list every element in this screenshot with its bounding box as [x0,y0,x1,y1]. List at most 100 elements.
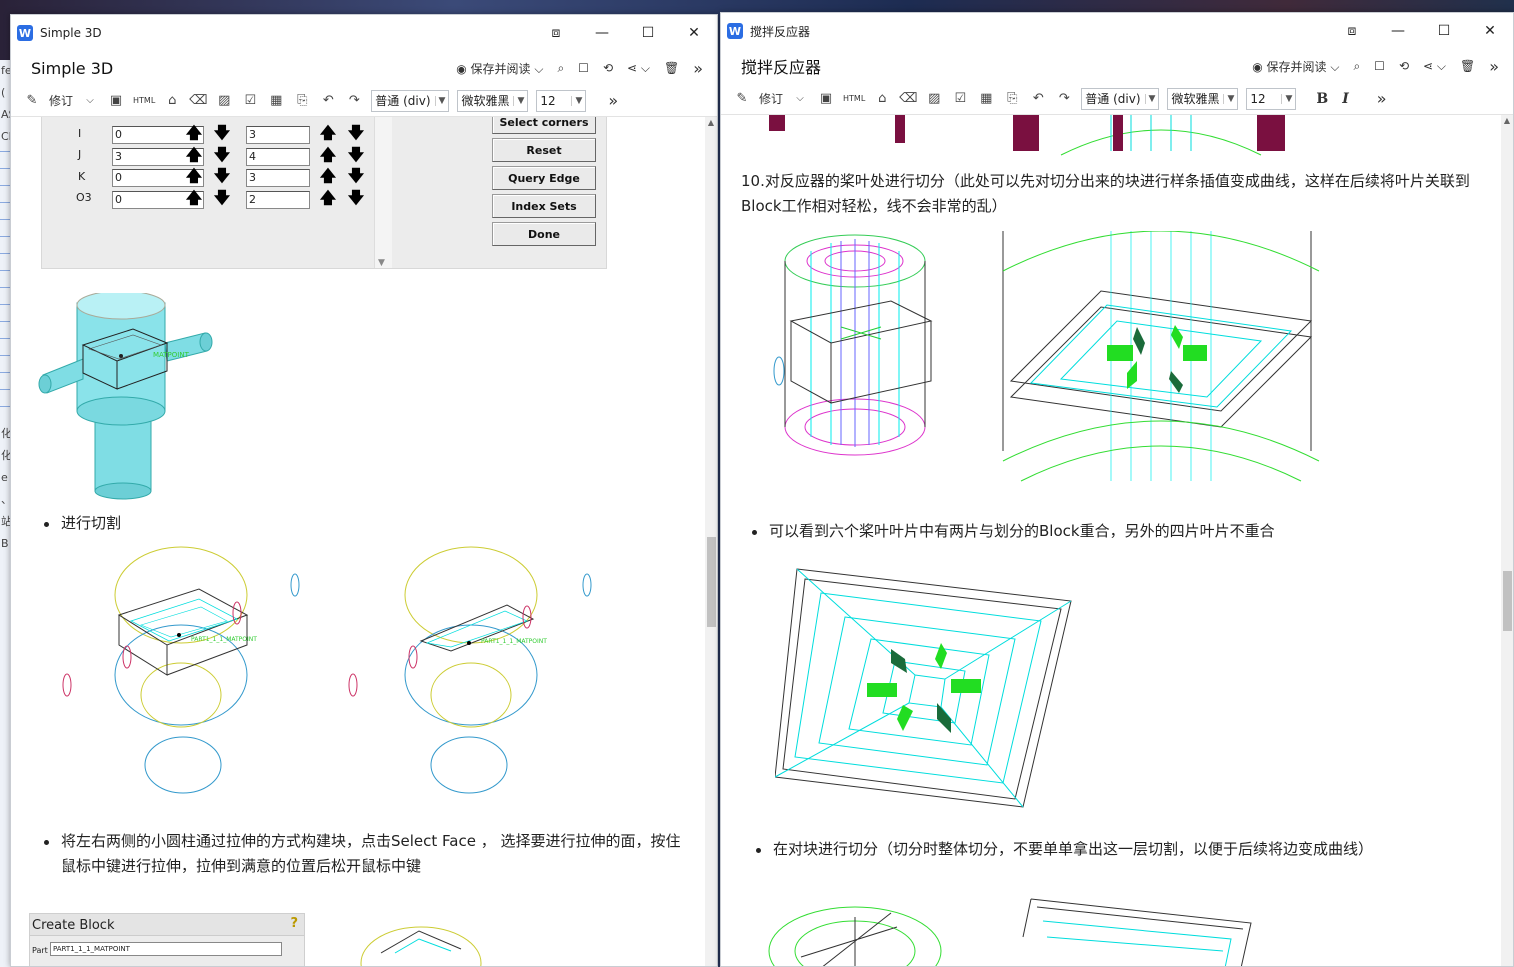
up-arrow-icon: 🡅 [185,122,203,142]
chevron-down-icon[interactable]: ⌵ [81,92,99,110]
paragraph-style-select[interactable]: 普通 (div) ▼ [371,89,450,112]
scroll-up-icon[interactable]: ▲ [1501,115,1513,127]
app-logo-icon: W [17,25,33,41]
index-to-field: 3 [246,169,310,187]
html-button[interactable]: HTML [843,94,865,103]
close-button[interactable]: ✕ [1467,13,1513,49]
comment-icon[interactable]: ☐ [1374,59,1385,73]
undo-icon[interactable]: ↶ [319,92,337,110]
save-icon[interactable]: ▣ [107,92,125,110]
toolbar-more-button[interactable]: » [608,91,618,110]
part-label: Part [32,946,48,955]
redo-icon[interactable]: ↷ [345,92,363,110]
share-icon[interactable]: ⋖ ⌵ [1423,59,1446,74]
revise-icon[interactable]: ✎ [733,90,751,108]
vertical-scrollbar[interactable]: ▲ [705,117,717,966]
attachment-icon[interactable]: ⎘ [1003,90,1021,108]
down-arrow-icon: 🡇 [213,122,231,142]
size-value: 12 [1250,91,1266,106]
eraser-icon[interactable]: ⌫ [189,92,207,110]
save-icon[interactable]: ▣ [817,90,835,108]
scroll-up-icon[interactable]: ▲ [705,117,717,129]
up-arrow-icon: 🡅 [319,122,337,142]
table-icon[interactable]: ▦ [267,92,285,110]
bullet-blades-overlap: 可以看到六个桨叶叶片中有两片与划分的Block重合，另外的四片叶片不重合 [749,519,1275,544]
restore-icon[interactable]: ⧈ [1329,13,1375,49]
more-actions-button[interactable]: » [1489,57,1499,76]
maximize-button[interactable]: ☐ [1421,13,1467,49]
eraser-icon[interactable]: ⌫ [899,90,917,108]
title-bar[interactable]: W Simple 3D ⧈ — ☐ ✕ [11,15,717,51]
redo-icon[interactable]: ↷ [1055,90,1073,108]
font-select[interactable]: 微软雅黑 ▼ [457,89,529,112]
scroll-thumb[interactable] [1503,571,1512,631]
bullet-cut: 进行切割 [41,511,121,536]
revise-button[interactable]: 修订 [49,92,73,109]
title-bar[interactable]: W 搅拌反应器 ⧈ — ☐ ✕ [721,13,1513,49]
attach-icon[interactable]: ⌕ [557,61,564,76]
more-actions-button[interactable]: » [693,59,703,78]
svg-text:PART1_1_1_MATPOINT: PART1_1_1_MATPOINT [191,636,257,643]
up-arrow-icon: 🡅 [185,144,203,164]
close-button[interactable]: ✕ [671,15,717,51]
font-value: 微软雅黑 [1171,92,1220,106]
font-size-select[interactable]: 12 ▼ [536,89,587,112]
create-block-panel-image: Create Block? Part PART1_1_1_MATPOINT [29,913,305,966]
help-icon: ? [290,916,298,931]
undo-icon[interactable]: ↶ [1029,90,1047,108]
save-read-button[interactable]: ◉ 保存并阅读 ⌵ [456,60,543,77]
table-icon[interactable]: ▦ [977,90,995,108]
checkbox-icon[interactable]: ☑ [951,90,969,108]
restore-icon[interactable]: ⧈ [533,15,579,51]
down-arrow-icon: 🡇 [213,165,231,185]
checkbox-icon[interactable]: ☑ [241,92,259,110]
scroll-thumb[interactable] [707,537,716,627]
share-icon[interactable]: ⋖ ⌵ [627,61,650,76]
size-value: 12 [540,93,556,108]
note-window-simple3d: W Simple 3D ⧈ — ☐ ✕ Simple 3D ◉ 保存并阅读 ⌵ … [10,14,718,967]
revise-icon[interactable]: ✎ [23,92,41,110]
minimize-button[interactable]: — [1375,13,1421,49]
format-painter-icon[interactable]: ⌂ [163,92,181,110]
down-arrow-icon: 🡇 [213,144,231,164]
comment-icon[interactable]: ☐ [578,61,589,75]
history-icon[interactable]: ⟲ [1399,59,1409,73]
html-button[interactable]: HTML [133,96,155,105]
chevron-down-icon[interactable]: ⌵ [791,90,809,108]
revise-button[interactable]: 修订 [759,90,783,107]
attach-icon[interactable]: ⌕ [1353,59,1360,74]
paragraph-style-select[interactable]: 普通 (div) ▼ [1081,87,1160,110]
query-edge-button: Query Edge [492,166,596,190]
toolbar-more-button[interactable]: » [1377,89,1387,108]
blade-mesh-image-top [769,115,1285,156]
minimize-button[interactable]: — [579,15,625,51]
font-size-select[interactable]: 12 ▼ [1246,87,1297,110]
vertical-scrollbar[interactable]: ▲ [1501,115,1513,966]
save-read-button[interactable]: ◉ 保存并阅读 ⌵ [1252,58,1339,75]
down-arrow-icon: 🡇 [347,165,365,185]
delete-icon[interactable]: 🗑 [664,61,679,75]
cut-figure-right: PART1_1_1_MATPOINT [348,546,592,794]
block-cutting-image: PART1_1_1_MATPOINT PART1_1_1_MATPOINT [62,546,592,794]
row-label: O3 [76,191,92,204]
delete-icon[interactable]: 🗑 [1460,59,1475,73]
bullet-split-block: 在对块进行切分（切分时整体切分，不要单单拿出这一层切割，以便于后续将边变成曲线） [753,837,1373,862]
bold-button[interactable]: B [1316,91,1328,107]
image-icon[interactable]: ▨ [925,90,943,108]
row-label: K [78,170,86,183]
note-content: I J K O3 0 3 0 0 🡅 🡇 🡅 🡇 🡅 🡇 🡅 🡇 3 4 3 2 🡅 🡇 … [11,117,705,966]
index-sets-button: Index Sets [492,194,596,218]
attachment-icon[interactable]: ⎘ [293,92,311,110]
maximize-button[interactable]: ☐ [625,15,671,51]
italic-button[interactable]: I [1342,91,1349,107]
image-icon[interactable]: ▨ [215,92,233,110]
note-title[interactable]: Simple 3D [31,59,113,78]
paragraph-step10: 10.对反应器的桨叶处进行切分（此处可以先对切分出来的块进行样条插值变成曲线，这… [741,172,1470,215]
part-field: PART1_1_1_MATPOINT [50,942,282,956]
up-arrow-icon: 🡅 [185,165,203,185]
font-select[interactable]: 微软雅黑 ▼ [1167,87,1239,110]
format-painter-icon[interactable]: ⌂ [873,90,891,108]
note-title[interactable]: 搅拌反应器 [741,54,821,78]
up-arrow-icon: 🡅 [319,165,337,185]
history-icon[interactable]: ⟲ [603,61,613,75]
